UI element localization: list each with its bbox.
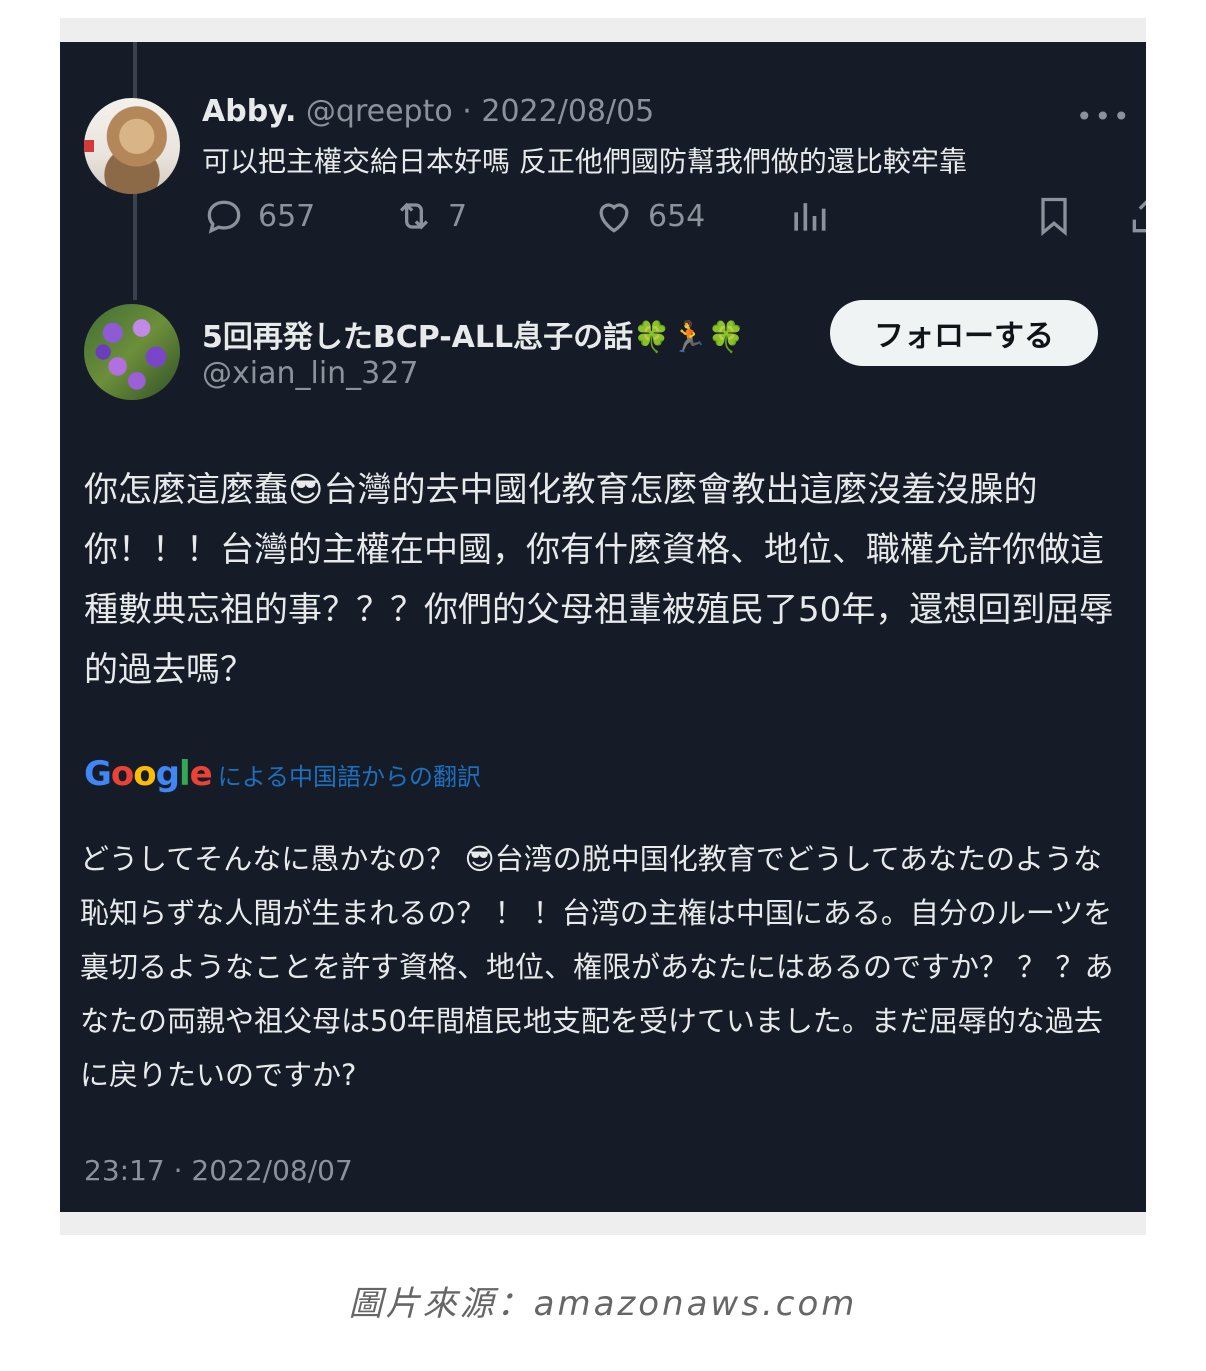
thread-line (133, 190, 137, 300)
analytics-icon (794, 203, 826, 231)
follow-button[interactable]: フォローする (830, 300, 1098, 366)
tweet-actions: 657 7 654 (202, 194, 1146, 248)
tweet-timestamp[interactable]: 23:17 · 2022/08/07 (84, 1154, 353, 1187)
tweet-screenshot: Abby. @qreepto · 2022/08/05 ••• 可以把主權交給日… (60, 42, 1146, 1212)
display-name[interactable]: 5回再発したBCP-ALL息子の話🍀🏃🍀 (202, 312, 745, 356)
like-count: 654 (648, 198, 706, 234)
bookmark-button[interactable] (1032, 194, 1076, 238)
tweet-date[interactable]: 2022/08/05 (481, 94, 654, 129)
display-name[interactable]: Abby. (202, 94, 296, 129)
google-logo: Google (84, 754, 213, 794)
like-button[interactable]: 654 (592, 194, 705, 238)
reply-count: 657 (258, 198, 316, 234)
separator: · (462, 94, 472, 129)
user-handle[interactable]: @qreepto (306, 94, 453, 129)
user-handle[interactable]: @xian_lin_327 (202, 356, 418, 391)
translation-label: による中国語からの翻訳 (217, 763, 481, 791)
heart-icon (599, 203, 629, 233)
views-button[interactable] (787, 194, 831, 238)
retweet-icon (399, 202, 429, 230)
reply-button[interactable]: 657 (202, 194, 315, 238)
avatar[interactable] (84, 98, 180, 194)
reply-icon (207, 200, 241, 234)
retweet-button[interactable]: 7 (392, 194, 467, 238)
tweet-text: 可以把主權交給日本好嗎 反正他們國防幫我們做的還比較牢靠 (202, 145, 967, 178)
avatar[interactable] (84, 304, 180, 400)
tweet-header: Abby. @qreepto · 2022/08/05 (202, 94, 654, 129)
image-caption: 圖片來源：amazonaws.com (348, 1284, 858, 1324)
thread-line (133, 42, 137, 98)
share-icon (1132, 200, 1146, 233)
translated-text: どうしてそんなに愚かなの？ 😎台湾の脱中国化教育でどうしてあなたのような恥知らず… (80, 842, 1114, 1092)
translation-attribution[interactable]: Google による中国語からの翻訳 (84, 754, 481, 794)
tweet-text: 你怎麼這麼蠢😎台灣的去中國化教育怎麼會教出這麼沒羞沒臊的你！！！台灣的主權在中國… (84, 470, 1114, 690)
more-dots-icon[interactable]: ••• (1076, 100, 1132, 133)
retweet-count: 7 (448, 198, 468, 234)
bookmark-icon (1041, 197, 1067, 237)
share-button[interactable] (1127, 194, 1146, 238)
